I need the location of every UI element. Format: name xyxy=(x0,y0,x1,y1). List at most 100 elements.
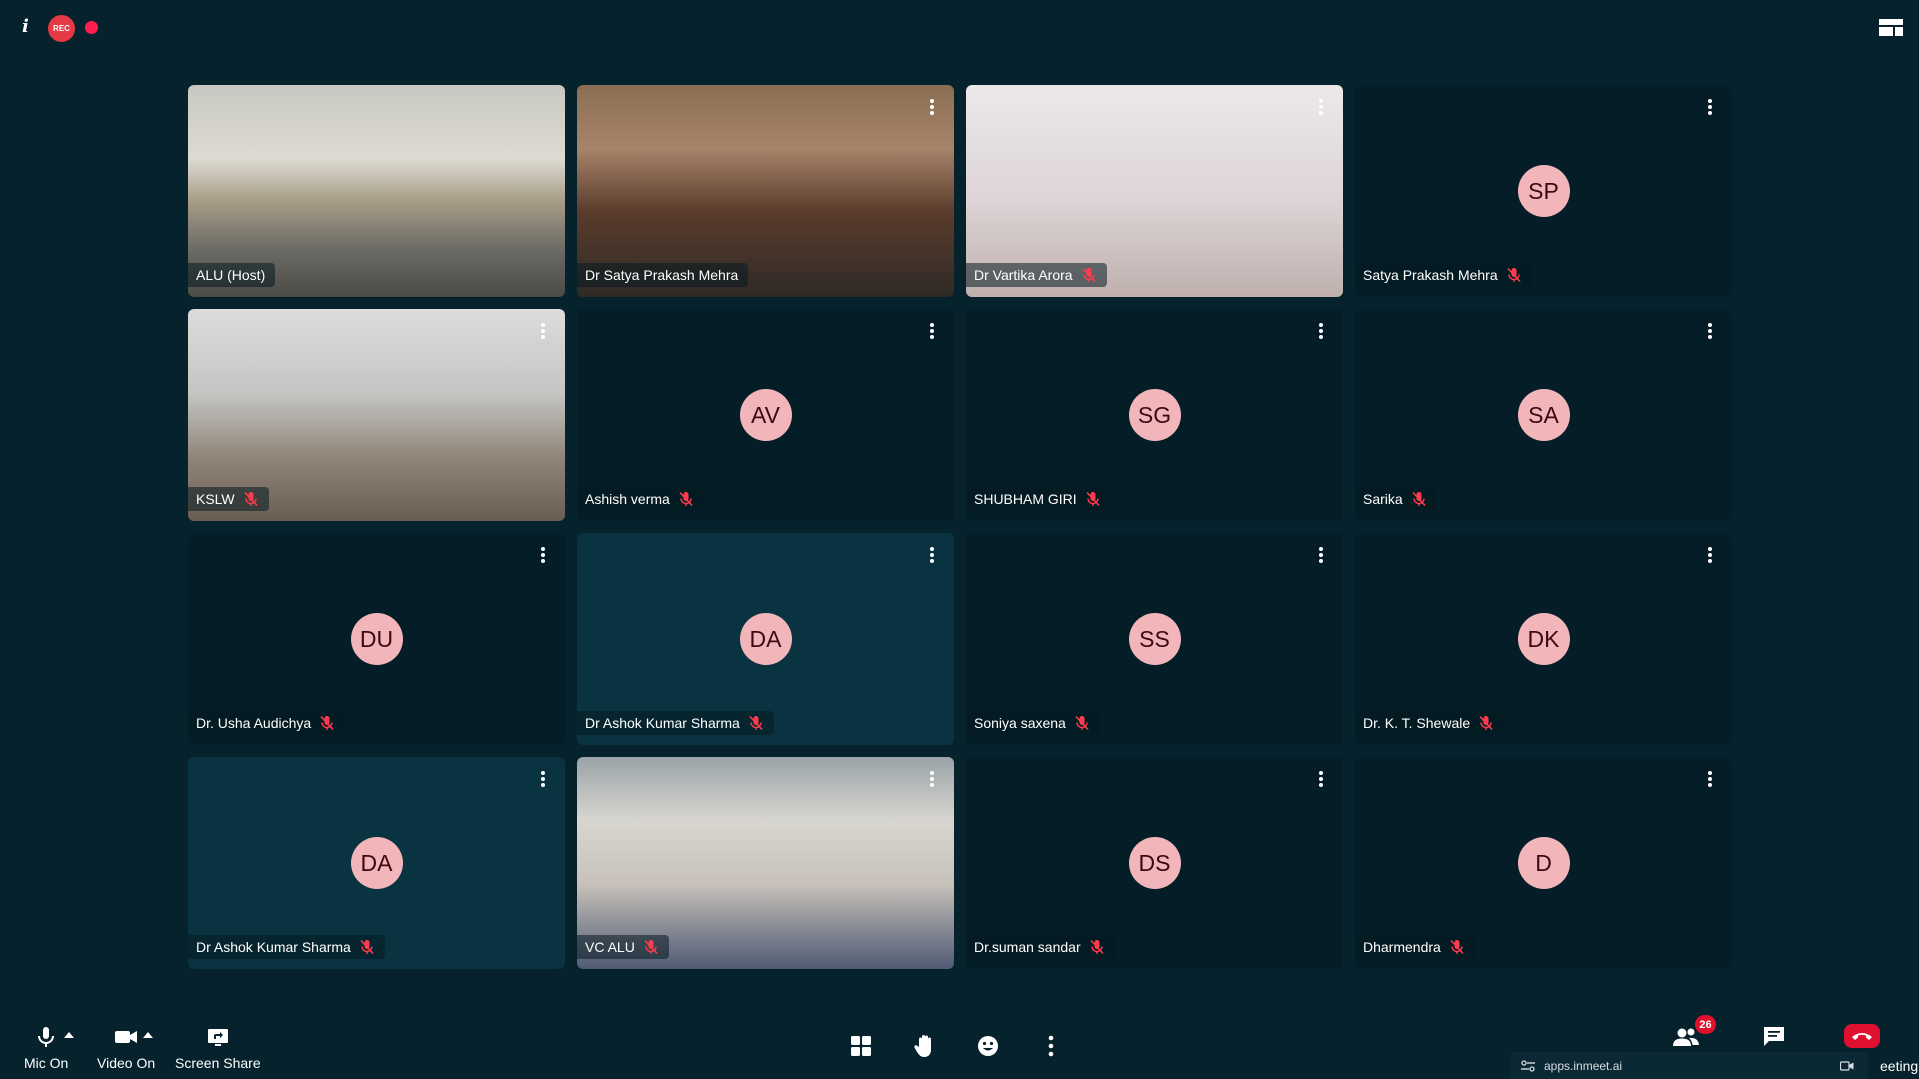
participant-tile[interactable]: DA Dr Ashok Kumar Sharma xyxy=(188,757,565,969)
grid-layout-icon[interactable] xyxy=(1879,19,1903,36)
camera-permission-icon[interactable] xyxy=(1840,1060,1854,1071)
participant-tile[interactable]: DU Dr. Usha Audichya xyxy=(188,533,565,745)
participant-name-bar: KSLW xyxy=(188,487,269,511)
participant-tile[interactable]: Dr Vartika Arora xyxy=(966,85,1343,297)
participant-name: Dr Ashok Kumar Sharma xyxy=(585,715,740,731)
participant-name-bar: Dr Vartika Arora xyxy=(966,263,1107,287)
mic-off-icon xyxy=(243,491,259,507)
participant-tile[interactable]: DK Dr. K. T. Shewale xyxy=(1355,533,1732,745)
mic-off-icon xyxy=(1085,491,1101,507)
participant-tile[interactable]: AV Ashish verma xyxy=(577,309,954,521)
mic-label: Mic On xyxy=(24,1055,69,1071)
participant-name-bar: Sarika xyxy=(1355,487,1437,511)
avatar: DU xyxy=(350,613,403,665)
tile-menu-icon[interactable] xyxy=(926,97,938,117)
participant-tile[interactable]: SS Soniya saxena xyxy=(966,533,1343,745)
participant-name: Sarika xyxy=(1363,491,1403,507)
url-text: apps.inmeet.ai xyxy=(1544,1058,1623,1073)
url-bar: apps.inmeet.ai xyxy=(1510,1052,1868,1079)
participant-tile[interactable]: KSLW xyxy=(188,309,565,521)
tile-menu-icon[interactable] xyxy=(537,545,549,565)
video-camera-icon xyxy=(115,1031,138,1043)
participant-tile[interactable]: SP Satya Prakash Mehra xyxy=(1355,85,1732,297)
mic-button[interactable]: Mic On xyxy=(24,1025,68,1071)
video-label: Video On xyxy=(97,1055,156,1071)
participant-name-bar: SHUBHAM GIRI xyxy=(966,487,1111,511)
participant-tile[interactable]: DS Dr.suman sandar xyxy=(966,757,1343,969)
mic-off-icon xyxy=(1074,715,1090,731)
chat-icon[interactable] xyxy=(1762,1025,1786,1047)
participant-name: Ashish verma xyxy=(585,491,670,507)
microphone-icon xyxy=(38,1027,55,1047)
participant-name-bar: Ashish verma xyxy=(577,487,704,511)
mic-off-icon xyxy=(319,715,335,731)
participant-name: Soniya saxena xyxy=(974,715,1066,731)
participant-name-bar: VC ALU xyxy=(577,935,669,959)
emoji-reaction-icon[interactable] xyxy=(975,1033,1001,1059)
participant-name-bar: Dr.suman sandar xyxy=(966,935,1115,959)
participant-name-bar: Soniya saxena xyxy=(966,711,1100,735)
tile-menu-icon[interactable] xyxy=(1704,769,1716,789)
site-settings-icon[interactable] xyxy=(1520,1059,1536,1073)
tile-menu-icon[interactable] xyxy=(537,321,549,341)
mic-off-icon xyxy=(1089,939,1105,955)
tile-menu-icon[interactable] xyxy=(926,321,938,341)
tile-menu-icon[interactable] xyxy=(1704,321,1716,341)
screen-share-icon xyxy=(207,1029,228,1046)
tile-menu-icon[interactable] xyxy=(537,769,549,789)
layout-grid-icon[interactable] xyxy=(848,1033,874,1059)
participant-name: Satya Prakash Mehra xyxy=(1363,267,1498,283)
tile-menu-icon[interactable] xyxy=(1704,97,1716,117)
participant-tile[interactable]: VC ALU xyxy=(577,757,954,969)
mic-off-icon xyxy=(1506,267,1522,283)
participant-name: KSLW xyxy=(196,491,235,507)
participant-name: Dharmendra xyxy=(1363,939,1441,955)
recording-badge: REC xyxy=(48,15,75,42)
participant-tile[interactable]: SG SHUBHAM GIRI xyxy=(966,309,1343,521)
end-call-button[interactable] xyxy=(1844,1024,1880,1048)
avatar: DS xyxy=(1128,837,1181,889)
participants-count-badge: 26 xyxy=(1695,1015,1716,1034)
participant-name: Dr. K. T. Shewale xyxy=(1363,715,1471,731)
tile-menu-icon[interactable] xyxy=(926,545,938,565)
participant-tile[interactable]: ALU (Host) xyxy=(188,85,565,297)
participant-tile[interactable]: DA Dr Ashok Kumar Sharma xyxy=(577,533,954,745)
screen-share-button[interactable]: Screen Share xyxy=(175,1025,261,1071)
tile-menu-icon[interactable] xyxy=(1704,545,1716,565)
raise-hand-icon[interactable] xyxy=(912,1033,938,1059)
participant-name: VC ALU xyxy=(585,939,635,955)
participant-name-bar: Dr Ashok Kumar Sharma xyxy=(188,935,385,959)
hang-up-icon xyxy=(1852,1033,1872,1040)
mic-off-icon xyxy=(359,939,375,955)
tile-menu-icon[interactable] xyxy=(1315,97,1327,117)
tile-menu-icon[interactable] xyxy=(1315,769,1327,789)
avatar: DK xyxy=(1517,613,1570,665)
participant-name: SHUBHAM GIRI xyxy=(974,491,1077,507)
mic-off-icon xyxy=(678,491,694,507)
tile-menu-icon[interactable] xyxy=(1315,321,1327,341)
participant-name-bar: Dr. Usha Audichya xyxy=(188,711,346,735)
avatar: D xyxy=(1517,837,1570,889)
participant-tile[interactable]: Dr Satya Prakash Mehra xyxy=(577,85,954,297)
mic-off-icon xyxy=(1449,939,1465,955)
avatar: DA xyxy=(739,613,792,665)
participant-name-bar: Satya Prakash Mehra xyxy=(1355,263,1532,287)
participant-tile[interactable]: SA Sarika xyxy=(1355,309,1732,521)
participant-name-bar: Dr Ashok Kumar Sharma xyxy=(577,711,774,735)
more-options-icon[interactable] xyxy=(1038,1033,1064,1059)
mic-off-icon xyxy=(1411,491,1427,507)
participant-name-bar: Dharmendra xyxy=(1355,935,1475,959)
top-bar: i REC xyxy=(0,0,1919,56)
mic-off-icon xyxy=(1478,715,1494,731)
info-icon[interactable]: i xyxy=(22,16,29,37)
participant-tile[interactable]: D Dharmendra xyxy=(1355,757,1732,969)
participant-name: Dr.suman sandar xyxy=(974,939,1081,955)
tile-menu-icon[interactable] xyxy=(926,769,938,789)
participant-name: ALU (Host) xyxy=(196,267,266,283)
avatar: SG xyxy=(1128,389,1181,441)
tile-menu-icon[interactable] xyxy=(1315,545,1327,565)
mic-options-caret-icon[interactable] xyxy=(64,1031,74,1039)
video-options-caret-icon[interactable] xyxy=(143,1031,153,1039)
end-meeting-label: eeting xyxy=(1880,1058,1919,1074)
avatar: SA xyxy=(1517,389,1570,441)
